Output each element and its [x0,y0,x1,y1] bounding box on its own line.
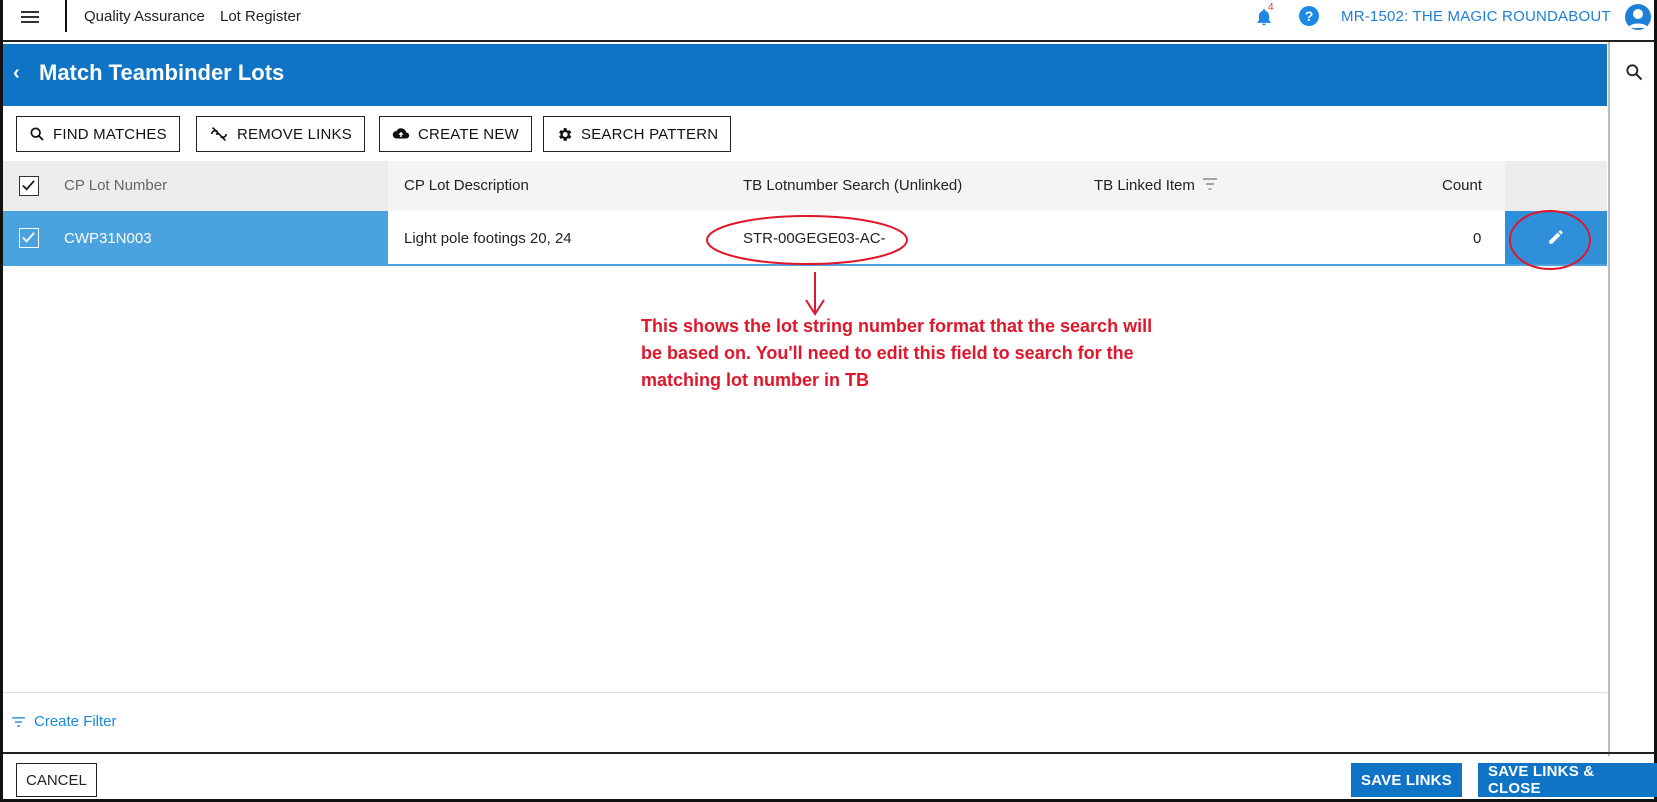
filter-icon[interactable] [1203,178,1217,190]
annotation-ellipse-edit-button [1509,210,1591,270]
save-links-button[interactable]: SAVE LINKS [1351,763,1462,797]
remove-links-button[interactable]: REMOVE LINKS [196,116,365,152]
selected-cell-highlight [3,211,388,264]
annotation-text: This shows the lot string number format … [641,316,1153,390]
help-icon[interactable]: ? [1299,6,1319,26]
find-matches-label: FIND MATCHES [53,125,167,143]
top-app-bar: Quality Assurance Lot Register 4 ? MR-15… [3,0,1654,42]
create-filter-link[interactable]: Create Filter [12,713,117,730]
hamburger-menu-icon[interactable] [21,8,39,26]
breadcrumb-page[interactable]: Lot Register [220,8,301,25]
search-pattern-label: SEARCH PATTERN [581,125,719,143]
create-filter-label: Create Filter [34,713,117,730]
dialog-header: ‹ Match Teambinder Lots [3,44,1607,106]
column-header-tb-lotnumber-search[interactable]: TB Lotnumber Search (Unlinked) [743,177,962,194]
notification-count-badge: 4 [1268,2,1274,13]
project-selector[interactable]: MR-1502: THE MAGIC ROUNDABOUT [1341,8,1611,25]
divider [3,752,1654,754]
cell-cp-lot-description: Light pole footings 20, 24 [404,230,572,247]
search-icon[interactable] [1624,62,1644,82]
create-new-button[interactable]: CREATE NEW [379,116,532,152]
breadcrumb-module[interactable]: Quality Assurance [84,8,205,25]
annotation-arrow [805,272,825,316]
cell-count: 0 [1473,230,1482,247]
column-header-cp-lot-description[interactable]: CP Lot Description [404,177,529,194]
header-cell-selection [3,161,388,211]
table-header: CP Lot Number CP Lot Description TB Lotn… [3,161,1607,211]
link-off-icon [211,127,227,141]
filter-icon [12,716,25,727]
checkmark-icon [22,180,35,191]
search-pattern-button[interactable]: SEARCH PATTERN [543,116,732,152]
row-checkbox[interactable] [19,228,39,248]
remove-links-label: REMOVE LINKS [237,125,352,143]
column-header-cp-lot-number[interactable]: CP Lot Number [64,177,167,194]
divider [3,692,1607,693]
gear-icon [559,127,572,141]
find-matches-button[interactable]: FIND MATCHES [16,116,180,152]
divider [65,0,67,32]
back-arrow-icon[interactable]: ‹ [13,62,20,85]
create-new-label: CREATE NEW [418,125,519,143]
column-header-count[interactable]: Count [1442,177,1482,194]
right-rail-divider [1608,42,1610,756]
cloud-upload-icon [392,128,410,139]
checkmark-icon [22,232,35,243]
save-links-close-button[interactable]: SAVE LINKS & CLOSE [1478,763,1657,797]
select-all-checkbox[interactable] [19,176,39,196]
cell-cp-lot-number: CWP31N003 [64,230,152,247]
dialog-title: Match Teambinder Lots [39,60,285,85]
column-header-tb-linked-item[interactable]: TB Linked Item [1094,177,1195,194]
user-avatar-icon[interactable] [1625,4,1651,30]
cancel-button[interactable]: CANCEL [16,763,97,797]
search-icon [30,127,44,141]
header-cell-actions [1505,161,1607,211]
annotation-ellipse-search-field [706,215,908,265]
